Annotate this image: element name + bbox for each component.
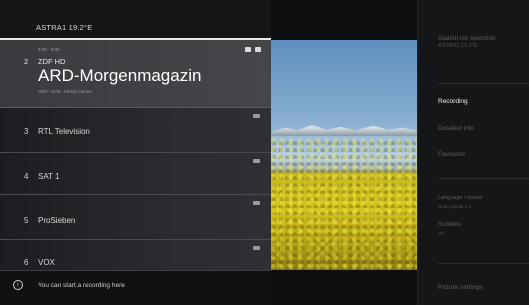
channel-number: 3 bbox=[24, 127, 29, 136]
menu-subtitles-value: off bbox=[438, 231, 443, 236]
hd-icon bbox=[253, 201, 260, 205]
satellite-header: ASTRA1 19.2°E bbox=[0, 0, 271, 40]
channel-name: VOX bbox=[38, 258, 55, 267]
channel-name: ProSieben bbox=[38, 216, 76, 225]
channel-row-selected[interactable]: 8:00 - 9:05 2 ZDF HD ARD-Morgenmagazin A… bbox=[0, 40, 271, 108]
options-menu: Station list selection ASTRA1 19.2°E Rec… bbox=[417, 0, 529, 305]
channel-list: ASTRA1 19.2°E 8:00 - 9:05 2 ZDF HD ARD-M… bbox=[0, 0, 271, 305]
menu-detailed-info[interactable]: Detailed info bbox=[438, 125, 474, 132]
channel-name: SAT 1 bbox=[38, 172, 60, 181]
hint-text: You can start a recording here bbox=[38, 282, 125, 289]
menu-favourite[interactable]: Favourite bbox=[438, 151, 465, 158]
menu-divider bbox=[438, 263, 529, 264]
channel-row[interactable]: 5 ProSieben bbox=[0, 195, 271, 240]
channel-name: ZDF HD bbox=[38, 57, 66, 66]
channel-number: 4 bbox=[24, 172, 29, 181]
program-meta: ARD - 8:05 - Family Series bbox=[38, 89, 92, 94]
dolby-icon bbox=[255, 47, 261, 52]
program-title: ARD-Morgenmagazin bbox=[38, 66, 202, 85]
program-time: 8:00 - 9:05 bbox=[38, 47, 60, 52]
menu-picture-settings[interactable]: Picture settings bbox=[438, 284, 482, 291]
hd-icon bbox=[253, 114, 260, 118]
menu-language-sound[interactable]: Language / sound bbox=[438, 195, 482, 201]
menu-divider bbox=[438, 83, 529, 84]
menu-language-value: Dolby Digital 2.0 bbox=[438, 204, 471, 209]
channel-number: 2 bbox=[24, 57, 29, 66]
channel-row[interactable]: 6 VOX bbox=[0, 240, 271, 270]
picture-bottom-band bbox=[271, 270, 417, 305]
channel-name: RTL Television bbox=[38, 127, 90, 136]
channel-number: 5 bbox=[24, 216, 29, 225]
preview-mountains bbox=[271, 124, 417, 136]
hd-icon bbox=[245, 47, 251, 52]
info-icon: i bbox=[13, 280, 23, 290]
picture-top-band bbox=[271, 0, 417, 40]
menu-subtitles[interactable]: Subtitles bbox=[438, 222, 461, 228]
channel-row[interactable]: 3 RTL Television bbox=[0, 108, 271, 153]
menu-recording[interactable]: Recording bbox=[438, 98, 468, 105]
hd-icon bbox=[253, 246, 260, 250]
menu-station-list[interactable]: Station list selection bbox=[438, 35, 495, 42]
hint-bar: i You can start a recording here bbox=[0, 270, 271, 305]
satellite-label: ASTRA1 19.2°E bbox=[36, 23, 93, 32]
hd-icon bbox=[253, 159, 260, 163]
menu-station-list-value: ASTRA1 19.2°E bbox=[438, 43, 478, 49]
channel-number: 6 bbox=[24, 258, 29, 267]
preview-field bbox=[271, 138, 417, 270]
menu-divider bbox=[438, 178, 529, 179]
live-tv-preview bbox=[271, 40, 417, 270]
channel-status-icons bbox=[245, 47, 261, 52]
channel-row[interactable]: 4 SAT 1 bbox=[0, 153, 271, 195]
